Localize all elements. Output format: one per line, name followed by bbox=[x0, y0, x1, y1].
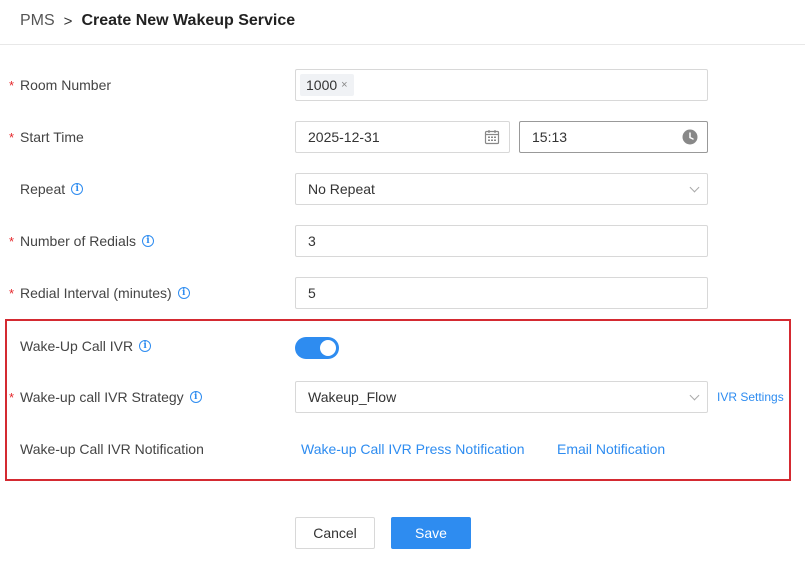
toggle-knob bbox=[320, 340, 336, 356]
ivr-notification-row: Wake-up Call IVR Notification Wake-up Ca… bbox=[0, 433, 805, 465]
tag-remove-icon[interactable]: × bbox=[341, 79, 347, 91]
redial-interval-value: 5 bbox=[308, 285, 316, 301]
breadcrumb-pms[interactable]: PMS bbox=[20, 12, 55, 30]
room-tag-label: 1000 bbox=[306, 77, 338, 93]
repeat-row: Repeat i No Repeat bbox=[0, 173, 805, 205]
breadcrumb-separator: > bbox=[63, 12, 73, 30]
ivr-strategy-row: * Wake-up call IVR Strategy i Wakeup_Flo… bbox=[0, 381, 805, 413]
redials-label: Number of Redials i bbox=[20, 225, 154, 257]
ivr-label-text: Wake-Up Call IVR bbox=[20, 338, 134, 354]
repeat-select[interactable]: No Repeat bbox=[295, 173, 708, 205]
chevron-down-icon bbox=[689, 382, 700, 412]
room-number-row: * Room Number 1000 × bbox=[0, 69, 805, 101]
info-icon[interactable]: i bbox=[139, 340, 152, 352]
redial-interval-label: Redial Interval (minutes) i bbox=[20, 277, 190, 309]
ivr-notification-label: Wake-up Call IVR Notification bbox=[20, 441, 204, 457]
redials-row: * Number of Redials i 3 bbox=[0, 225, 805, 257]
info-icon[interactable]: i bbox=[177, 287, 190, 299]
required-mark: * bbox=[9, 233, 15, 249]
save-button[interactable]: Save bbox=[391, 517, 471, 549]
redial-interval-label-text: Redial Interval (minutes) bbox=[20, 285, 172, 301]
start-time-row: * Start Time 2025-12-31 15:13 bbox=[0, 121, 805, 153]
ivr-strategy-label-text: Wake-up call IVR Strategy bbox=[20, 389, 184, 405]
redial-interval-input[interactable]: 5 bbox=[295, 277, 708, 309]
page-title: Create New Wakeup Service bbox=[81, 12, 296, 29]
start-time-value: 15:13 bbox=[532, 129, 568, 145]
calendar-icon[interactable] bbox=[484, 122, 500, 152]
ivr-strategy-label: Wake-up call IVR Strategy i bbox=[20, 381, 202, 413]
required-mark: * bbox=[9, 77, 15, 93]
info-icon[interactable]: i bbox=[189, 391, 202, 403]
cancel-button[interactable]: Cancel bbox=[295, 517, 375, 549]
room-tag: 1000 × bbox=[300, 74, 354, 96]
redials-value: 3 bbox=[308, 233, 316, 249]
redials-input[interactable]: 3 bbox=[295, 225, 708, 257]
ivr-press-notification-link[interactable]: Wake-up Call IVR Press Notification bbox=[301, 433, 525, 465]
ivr-strategy-value: Wakeup_Flow bbox=[308, 389, 397, 405]
redials-label-text: Number of Redials bbox=[20, 233, 136, 249]
redial-interval-row: * Redial Interval (minutes) i 5 bbox=[0, 277, 805, 309]
ivr-label: Wake-Up Call IVR i bbox=[20, 330, 152, 362]
clock-icon[interactable] bbox=[682, 122, 698, 152]
start-date-input[interactable]: 2025-12-31 bbox=[295, 121, 510, 153]
info-icon[interactable]: i bbox=[141, 235, 154, 247]
required-mark: * bbox=[9, 129, 15, 145]
required-mark: * bbox=[9, 389, 15, 405]
chevron-down-icon bbox=[689, 174, 700, 204]
start-date-value: 2025-12-31 bbox=[308, 129, 380, 145]
repeat-label-text: Repeat bbox=[20, 181, 66, 197]
start-time-label: Start Time bbox=[20, 129, 84, 145]
email-notification-link[interactable]: Email Notification bbox=[557, 433, 665, 465]
room-number-label: Room Number bbox=[20, 77, 112, 93]
ivr-toggle[interactable] bbox=[295, 337, 339, 359]
room-number-input[interactable]: 1000 × bbox=[295, 69, 708, 101]
start-time-input[interactable]: 15:13 bbox=[519, 121, 708, 153]
ivr-strategy-select[interactable]: Wakeup_Flow bbox=[295, 381, 708, 413]
repeat-value: No Repeat bbox=[308, 181, 375, 197]
repeat-label: Repeat i bbox=[20, 173, 84, 205]
required-mark: * bbox=[9, 285, 15, 301]
breadcrumb: PMS > Create New Wakeup Service bbox=[20, 11, 295, 31]
info-icon[interactable]: i bbox=[71, 183, 84, 195]
header-divider bbox=[0, 44, 805, 45]
ivr-settings-link[interactable]: IVR Settings bbox=[717, 381, 784, 413]
ivr-row: Wake-Up Call IVR i bbox=[0, 330, 805, 362]
